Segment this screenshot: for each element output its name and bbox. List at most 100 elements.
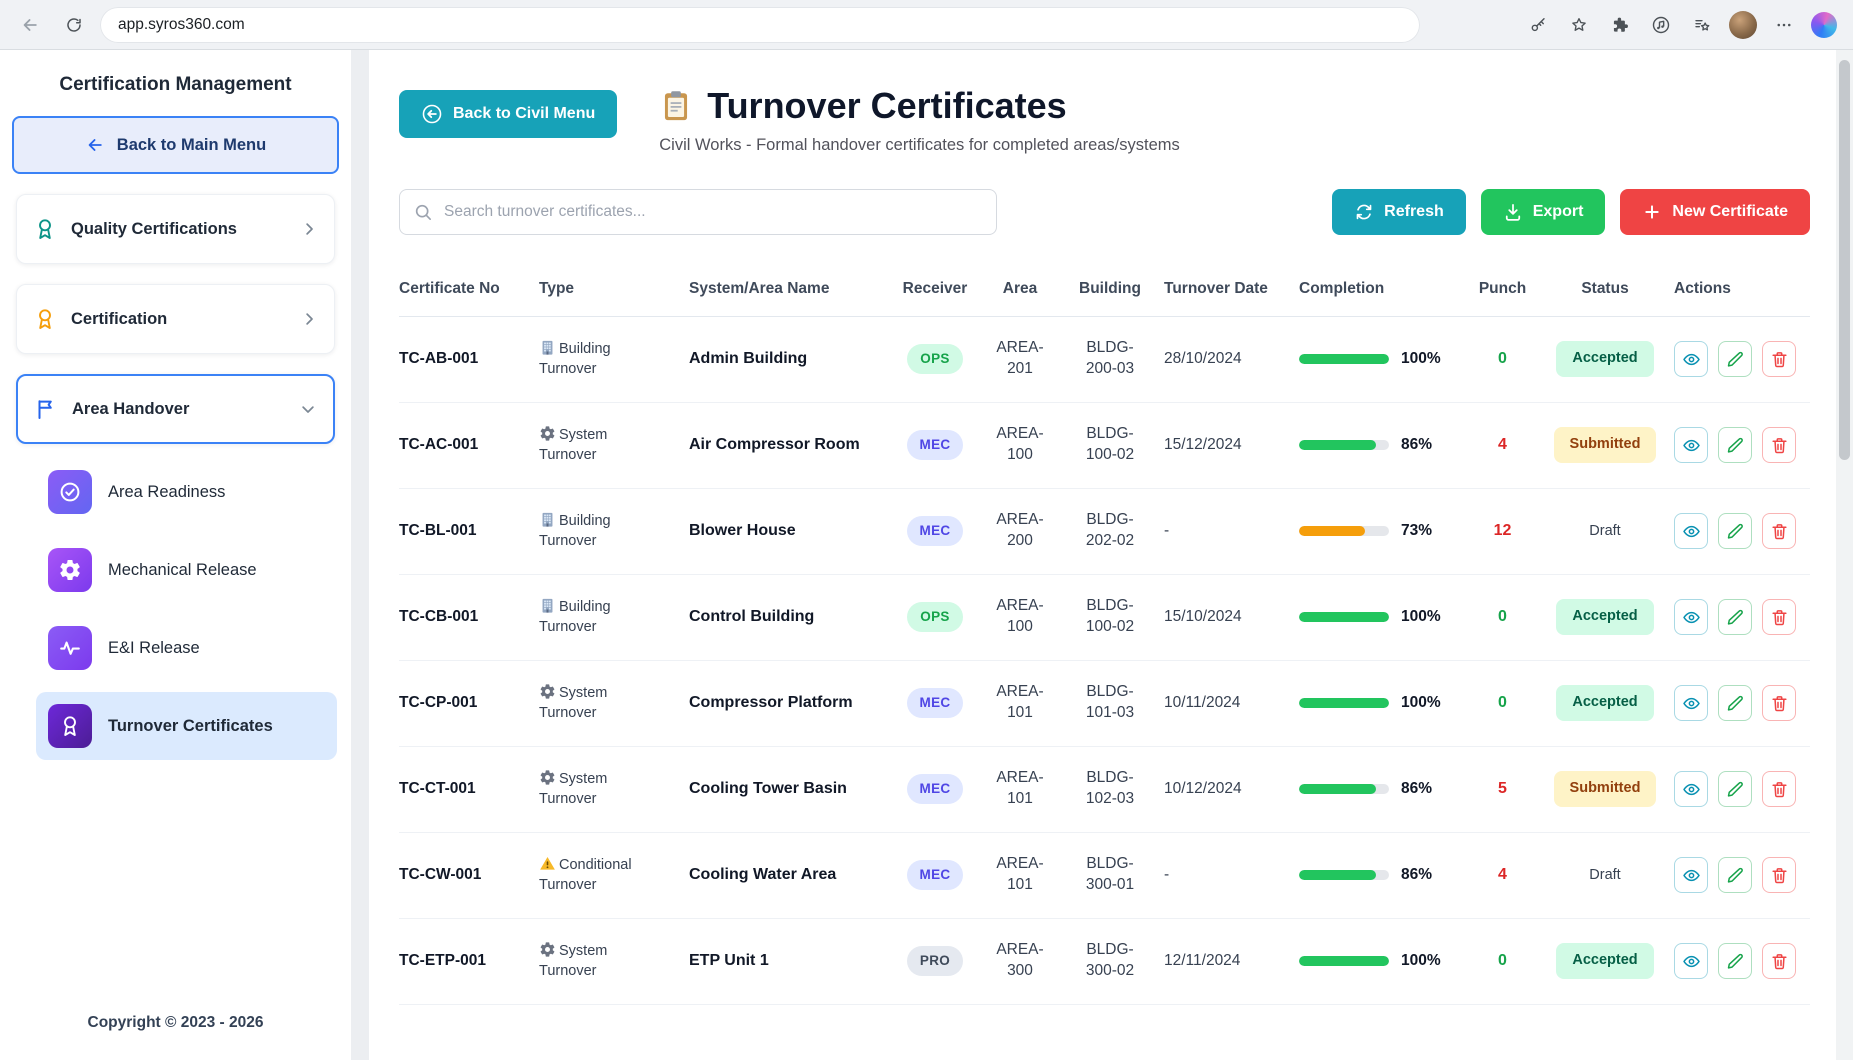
sidebar-item-ei-release[interactable]: E&I Release <box>36 614 337 682</box>
edit-button[interactable] <box>1718 427 1752 463</box>
sidebar-item-area-handover[interactable]: Area Handover <box>16 374 335 444</box>
delete-button[interactable] <box>1762 513 1796 549</box>
browser-refresh-button[interactable] <box>56 7 92 43</box>
completion-percent: 86% <box>1401 865 1432 886</box>
toolbar: Refresh Export New Certificate <box>399 189 1810 235</box>
sidebar-item-mechanical-release[interactable]: Mechanical Release <box>36 536 337 604</box>
delete-button[interactable] <box>1762 341 1796 377</box>
completion-percent: 100% <box>1401 607 1441 628</box>
extensions-button[interactable] <box>1602 7 1638 43</box>
progress-bar <box>1299 526 1389 536</box>
back-to-civil-menu-button[interactable]: Back to Civil Menu <box>399 90 617 138</box>
receiver-cell: PRO <box>894 946 984 976</box>
actions-cell <box>1674 513 1804 549</box>
actions-cell <box>1674 771 1804 807</box>
sidebar-item-quality-certifications[interactable]: Quality Certifications <box>16 194 335 264</box>
edit-button[interactable] <box>1718 599 1752 635</box>
new-certificate-button[interactable]: New Certificate <box>1620 189 1810 235</box>
export-button[interactable]: Export <box>1481 189 1606 235</box>
building-icon <box>539 511 556 528</box>
star-icon <box>1570 16 1588 34</box>
profile-avatar[interactable] <box>1729 11 1757 39</box>
arrow-left-circle-icon <box>421 103 443 125</box>
sidebar-item-certification[interactable]: Certification <box>16 284 335 354</box>
scrollbar-thumb[interactable] <box>1839 60 1850 460</box>
status-cell: Submitted <box>1544 771 1674 807</box>
certificate-no: TC-BL-001 <box>399 521 539 542</box>
completion-percent: 73% <box>1401 521 1432 542</box>
browser-back-button[interactable] <box>12 7 48 43</box>
url-text: app.syros360.com <box>118 16 245 34</box>
table-row: TC-AB-001Building TurnoverAdmin Building… <box>399 317 1810 403</box>
certificate-no: TC-ETP-001 <box>399 951 539 972</box>
certificate-no: TC-CT-001 <box>399 779 539 800</box>
delete-button[interactable] <box>1762 427 1796 463</box>
punch-count: 0 <box>1469 606 1544 628</box>
delete-button[interactable] <box>1762 857 1796 893</box>
area-cell: AREA-201 <box>984 338 1064 380</box>
key-icon <box>1529 16 1547 34</box>
type-cell: System Turnover <box>539 425 657 465</box>
edit-button[interactable] <box>1718 341 1752 377</box>
column-header: Actions <box>1674 280 1804 298</box>
edit-button[interactable] <box>1718 857 1752 893</box>
building-cell: BLDG-202-02 <box>1064 510 1164 552</box>
search-input[interactable] <box>399 189 997 235</box>
system-area-name: Air Compressor Room <box>689 434 894 456</box>
collections-button[interactable] <box>1684 7 1720 43</box>
sidebar-item-turnover-certificates[interactable]: Turnover Certificates <box>36 692 337 760</box>
browser-menu-button[interactable] <box>1766 7 1802 43</box>
sidebar-item-label: E&I Release <box>108 639 200 658</box>
completion-cell: 100% <box>1299 693 1469 714</box>
download-icon <box>1503 202 1523 222</box>
view-button[interactable] <box>1674 943 1708 979</box>
clipboard-icon <box>659 89 693 123</box>
edit-button[interactable] <box>1718 771 1752 807</box>
view-button[interactable] <box>1674 513 1708 549</box>
favorite-star-button[interactable] <box>1561 7 1597 43</box>
table-row: TC-CT-001System TurnoverCooling Tower Ba… <box>399 747 1810 833</box>
table-row: TC-BL-001Building TurnoverBlower HouseME… <box>399 489 1810 575</box>
view-button[interactable] <box>1674 857 1708 893</box>
password-manager-button[interactable] <box>1520 7 1556 43</box>
address-bar[interactable]: app.syros360.com <box>100 7 1420 43</box>
column-header: Receiver <box>894 280 984 298</box>
search-icon <box>413 202 433 222</box>
delete-button[interactable] <box>1762 599 1796 635</box>
building-cell: BLDG-100-02 <box>1064 424 1164 466</box>
view-button[interactable] <box>1674 685 1708 721</box>
view-button[interactable] <box>1674 427 1708 463</box>
media-button[interactable] <box>1643 7 1679 43</box>
page-scrollbar[interactable] <box>1836 50 1853 1060</box>
edit-button[interactable] <box>1718 513 1752 549</box>
edit-button[interactable] <box>1718 685 1752 721</box>
sidebar-scrollbar[interactable] <box>351 50 369 1060</box>
delete-button[interactable] <box>1762 685 1796 721</box>
view-button[interactable] <box>1674 341 1708 377</box>
view-button[interactable] <box>1674 599 1708 635</box>
receiver-badge: OPS <box>907 602 963 632</box>
status-badge: Accepted <box>1556 341 1653 377</box>
flag-icon <box>34 397 58 421</box>
sidebar-item-area-readiness[interactable]: Area Readiness <box>36 458 337 526</box>
delete-button[interactable] <box>1762 943 1796 979</box>
area-cell: AREA-101 <box>984 768 1064 810</box>
back-to-main-menu-button[interactable]: Back to Main Menu <box>12 116 339 174</box>
receiver-cell: OPS <box>894 602 984 632</box>
completion-cell: 86% <box>1299 435 1469 456</box>
copilot-icon[interactable] <box>1811 12 1837 38</box>
sidebar: Certification Management Back to Main Me… <box>0 50 351 1060</box>
gear-icon <box>539 425 556 442</box>
punch-count: 0 <box>1469 348 1544 370</box>
refresh-button[interactable]: Refresh <box>1332 189 1466 235</box>
page-title-text: Turnover Certificates <box>707 86 1066 126</box>
delete-button[interactable] <box>1762 771 1796 807</box>
punch-count: 0 <box>1469 692 1544 714</box>
turnover-date: 15/10/2024 <box>1164 607 1299 628</box>
status-cell: Draft <box>1544 521 1674 542</box>
table-row: TC-CW-001Conditional TurnoverCooling Wat… <box>399 833 1810 919</box>
completion-percent: 100% <box>1401 693 1441 714</box>
edit-button[interactable] <box>1718 943 1752 979</box>
view-button[interactable] <box>1674 771 1708 807</box>
completion-cell: 100% <box>1299 951 1469 972</box>
